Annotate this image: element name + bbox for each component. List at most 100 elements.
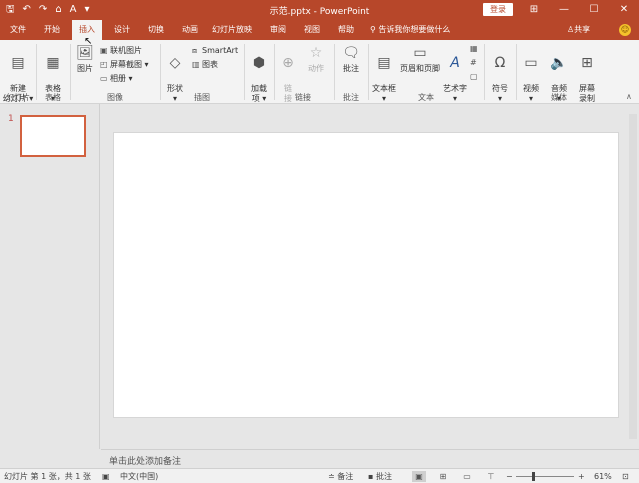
tab-slideshow[interactable]: 幻灯片放映: [208, 20, 256, 40]
close-button[interactable]: ✕: [609, 0, 639, 20]
ribbon-separator: [36, 44, 37, 100]
slide-number-button[interactable]: #: [470, 58, 480, 68]
ribbon-separator: [516, 44, 517, 100]
share-label: 共享: [574, 25, 591, 34]
comments-toggle-button[interactable]: ▪ 批注: [368, 471, 392, 482]
language-indicator[interactable]: 中文(中国): [120, 471, 158, 482]
feedback-smiley-icon[interactable]: ☺: [619, 24, 631, 36]
date-time-icon: ▦: [470, 44, 478, 53]
comment-button[interactable]: 🗨 批注: [336, 44, 366, 74]
smartart-label: SmartArt: [202, 46, 239, 55]
group-label-slides: 幻灯片: [6, 93, 30, 102]
tab-file[interactable]: 文件: [4, 20, 32, 40]
ribbon-separator: [70, 44, 71, 100]
action-button[interactable]: ☆ 动作: [302, 44, 330, 74]
header-footer-icon: ▭: [413, 45, 427, 61]
reading-view-icon[interactable]: ▭: [460, 471, 474, 482]
tab-view[interactable]: 视图: [298, 20, 326, 40]
tab-review[interactable]: 审阅: [264, 20, 292, 40]
ribbon-separator: [274, 44, 275, 100]
slide-canvas[interactable]: [113, 132, 619, 418]
vertical-scrollbar[interactable]: [627, 104, 639, 449]
fit-to-window-icon[interactable]: ⊡: [622, 471, 629, 482]
tab-transitions[interactable]: 切换: [142, 20, 170, 40]
smartart-button[interactable]: ⧈ SmartArt: [192, 46, 238, 56]
new-slide-icon: ▤: [11, 55, 25, 71]
table-icon: ▦: [46, 55, 60, 71]
zoom-slider-thumb[interactable]: [532, 472, 535, 481]
wordart-icon: A: [450, 55, 460, 71]
header-footer-label: 页眉和页脚: [400, 64, 440, 73]
slide-thumbnail[interactable]: [20, 115, 86, 157]
album-label: 相册 ▾: [110, 74, 133, 83]
screenshot-button[interactable]: ◰ 屏幕截图 ▾: [100, 60, 149, 70]
zoom-slider[interactable]: [516, 476, 574, 477]
group-label-text: 文本: [418, 93, 434, 102]
ribbon-tabs: 文件 开始 插入 设计 切换 动画 幻灯片放映 审阅 视图 帮助 ⚲ 告诉我你想…: [0, 20, 639, 40]
tab-design[interactable]: 设计: [108, 20, 136, 40]
pictures-button[interactable]: 🖼 图片: [72, 44, 98, 74]
object-button[interactable]: ▢: [470, 72, 480, 82]
symbol-label: 符号 ▾: [492, 84, 508, 103]
slideshow-view-icon[interactable]: ⊤: [484, 471, 498, 482]
notes-toggle-label: 备注: [337, 472, 354, 481]
notes-placeholder: 单击此处添加备注: [109, 457, 182, 467]
comment-icon: 🗨: [342, 45, 360, 61]
slide-number: 1: [8, 114, 14, 124]
zoom-in-button[interactable]: +: [578, 471, 585, 482]
date-time-button[interactable]: ▦: [470, 44, 480, 54]
normal-view-icon[interactable]: ▣: [412, 471, 426, 482]
title-bar: 🖫 ↶ ↷ ⌂ A ▾ 示范.pptx - PowerPoint 登录 ⊞ — …: [0, 0, 639, 20]
slide-editing-area: [101, 104, 625, 449]
shapes-icon: ◇: [169, 55, 181, 71]
maximize-button[interactable]: ☐: [579, 0, 609, 20]
tell-me-search[interactable]: ⚲ 告诉我你想要做什么: [370, 20, 450, 40]
minimize-button[interactable]: —: [549, 0, 579, 20]
slide-sorter-view-icon[interactable]: ⊞: [436, 471, 450, 482]
ribbon-separator: [484, 44, 485, 100]
online-pictures-button[interactable]: ▣ 联机图片: [100, 46, 142, 56]
zoom-level[interactable]: 61%: [594, 471, 612, 482]
ribbon-insert: ▤ 新建 幻灯片 ▾ 幻灯片 ▦ 表格 ▾ 表格 🖼 图片 ▣ 联机图片 ◰ 屏幕截…: [0, 40, 639, 104]
photo-album-button[interactable]: ▭ 相册 ▾: [100, 74, 133, 84]
tab-animations[interactable]: 动画: [176, 20, 204, 40]
tab-help[interactable]: 帮助: [332, 20, 360, 40]
slide-thumbnail-pane: 1: [0, 104, 100, 449]
ribbon-separator: [244, 44, 245, 100]
ribbon-display-options-icon[interactable]: ⊞: [519, 0, 549, 20]
status-bar: 幻灯片 第 1 张，共 1 张 ▣ 中文(中国) ≐ 备注 ▪ 批注 ▣ ⊞ ▭…: [0, 468, 639, 483]
smartart-icon: ⧈: [192, 46, 198, 55]
notes-pane[interactable]: 单击此处添加备注: [101, 449, 639, 468]
ribbon-separator: [368, 44, 369, 100]
notes-toggle-button[interactable]: ≐ 备注: [328, 471, 353, 482]
textbox-icon: ▤: [377, 55, 391, 71]
share-button[interactable]: ♙共享: [567, 20, 590, 40]
tab-home[interactable]: 开始: [38, 20, 66, 40]
addins-button[interactable]: ⬢ 加载 项 ▾: [246, 44, 272, 104]
mouse-cursor-icon: ↖: [84, 36, 93, 47]
collapse-ribbon-icon[interactable]: ∧: [626, 92, 632, 101]
notes-icon: ≐: [328, 472, 338, 481]
group-label-tables: 表格: [45, 93, 61, 102]
header-footer-button[interactable]: ▭ 页眉和页脚: [398, 44, 442, 74]
video-icon: ▭: [524, 55, 538, 71]
screen-recording-icon: ⊞: [581, 55, 593, 71]
group-label-illustrations: 插图: [194, 93, 210, 102]
omega-icon: Ω: [494, 55, 506, 71]
tell-me-label: 告诉我你想要做什么: [378, 25, 451, 34]
screenshot-icon: ◰: [100, 60, 108, 69]
window-controls: ⊞ — ☐ ✕: [519, 0, 639, 20]
comments-toggle-label: 批注: [375, 472, 392, 481]
zoom-out-button[interactable]: −: [506, 471, 513, 482]
slide-number-icon: #: [470, 58, 477, 67]
chart-button[interactable]: ▥ 图表: [192, 60, 218, 70]
spell-check-icon[interactable]: ▣: [102, 471, 110, 482]
comment-label: 批注: [343, 64, 359, 73]
online-picture-icon: ▣: [100, 46, 108, 55]
login-button[interactable]: 登录: [483, 3, 513, 16]
pictures-label: 图片: [77, 64, 93, 73]
symbol-button[interactable]: Ω 符号 ▾: [486, 44, 514, 104]
group-label-links: 链接: [295, 93, 311, 102]
scrollbar-track[interactable]: [629, 114, 637, 439]
ribbon-separator: [160, 44, 161, 100]
